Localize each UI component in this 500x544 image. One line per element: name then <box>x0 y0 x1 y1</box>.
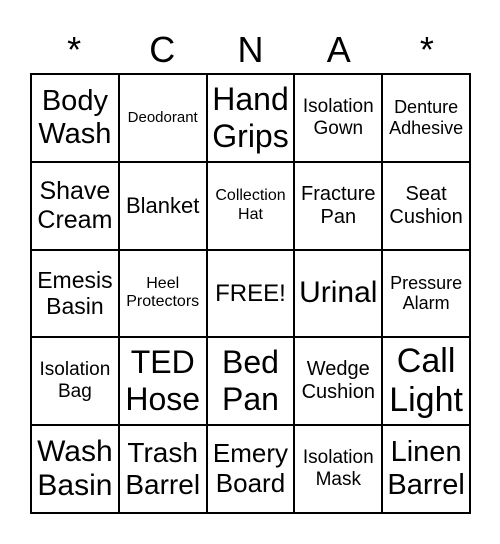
header-letter: N <box>237 29 264 70</box>
header-letter: * <box>419 29 434 70</box>
bingo-cell[interactable]: Blanket <box>118 161 207 250</box>
bingo-cell[interactable]: Collection Hat <box>206 161 295 250</box>
bingo-cell[interactable]: Hand Grips <box>206 74 295 162</box>
bingo-cell[interactable]: Denture Adhesive <box>382 74 470 162</box>
bingo-cell[interactable]: Fracture Pan <box>294 161 383 250</box>
bingo-cell[interactable]: TED Hose <box>118 337 207 426</box>
bingo-cell[interactable]: Bed Pan <box>206 337 295 426</box>
bingo-cell[interactable]: Urinal <box>294 249 383 338</box>
bingo-cell[interactable]: Isolation Gown <box>294 74 383 162</box>
bingo-cell[interactable]: Heel Protectors <box>118 249 207 338</box>
bingo-cell[interactable]: Deodorant <box>118 74 207 162</box>
bingo-cell[interactable]: Wedge Cushion <box>294 337 383 426</box>
bingo-cell[interactable]: Isolation Mask <box>294 425 383 513</box>
bingo-cell[interactable]: Pressure Alarm <box>382 249 470 338</box>
bingo-cell[interactable]: Emery Board <box>206 425 295 513</box>
bingo-cell[interactable]: Seat Cushion <box>382 161 470 250</box>
bingo-cell[interactable]: Linen Barrel <box>382 425 470 513</box>
bingo-cell[interactable]: Emesis Basin <box>31 249 119 338</box>
header-letter: * <box>67 29 82 70</box>
header-letter: C <box>149 29 176 70</box>
header-letter: A <box>326 29 351 70</box>
bingo-cell[interactable]: Body Wash <box>31 74 119 162</box>
bingo-cell[interactable]: Trash Barrel <box>118 425 207 513</box>
bingo-grid: Body Wash Deodorant Hand Grips Isolation Go… <box>30 73 471 514</box>
bingo-cell[interactable]: FREE! <box>206 249 295 338</box>
bingo-cell[interactable]: Isolation Bag <box>31 337 119 426</box>
bingo-cell[interactable]: Shave Cream <box>31 161 119 250</box>
bingo-cell[interactable]: Wash Basin <box>31 425 119 513</box>
bingo-header: * C N A * <box>30 28 471 72</box>
bingo-cell[interactable]: Call Light <box>382 337 470 426</box>
